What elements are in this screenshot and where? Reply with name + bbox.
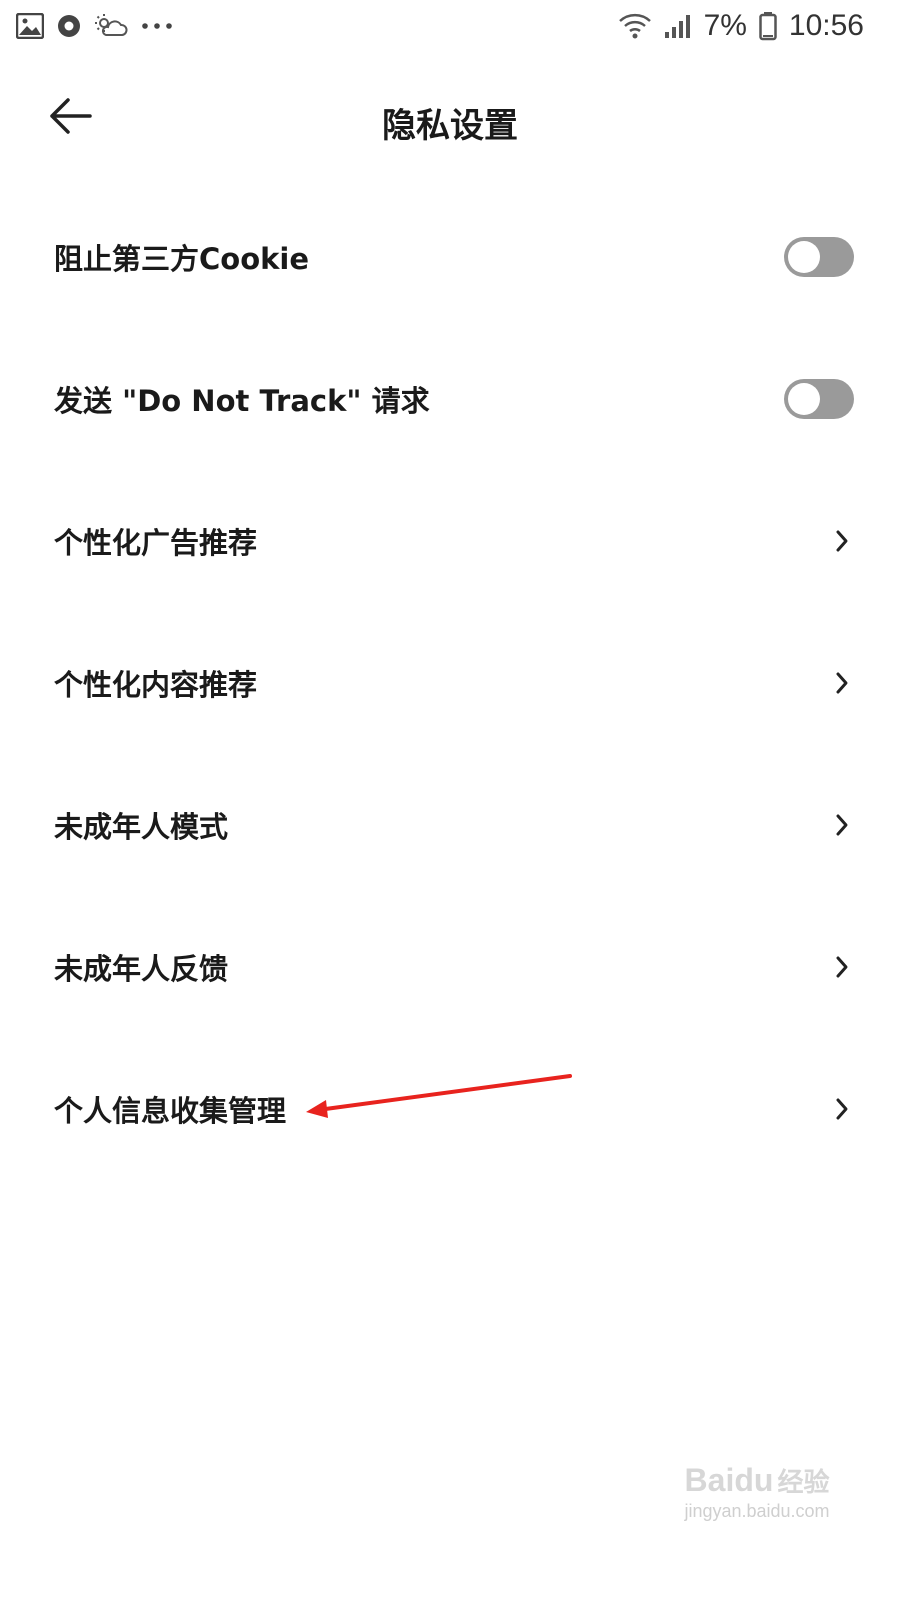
setting-personalized-content[interactable]: 个性化内容推荐 bbox=[0, 612, 900, 754]
toggle-knob bbox=[788, 383, 820, 415]
setting-label: 未成年人反馈 bbox=[54, 952, 229, 986]
setting-label: 个人信息收集管理 bbox=[54, 1094, 287, 1128]
signal-icon bbox=[664, 13, 692, 39]
toggle-knob bbox=[788, 241, 820, 273]
chevron-right-icon bbox=[830, 668, 854, 698]
do-not-track-toggle[interactable] bbox=[784, 379, 854, 419]
gallery-icon bbox=[16, 13, 44, 39]
setting-label: 未成年人模式 bbox=[54, 810, 229, 844]
setting-label: 个性化广告推荐 bbox=[54, 526, 258, 560]
privacy-settings-screen: 7% 10:56 隐私设置 阻止第三方Cookie 发送 "Do Not Tra… bbox=[0, 0, 900, 1600]
more-dots-icon bbox=[140, 21, 174, 31]
setting-label: 发送 "Do Not Track" 请求 bbox=[54, 384, 430, 418]
chevron-right-icon bbox=[830, 526, 854, 556]
status-time: 10:56 bbox=[788, 9, 864, 42]
status-bar: 7% 10:56 bbox=[0, 0, 900, 52]
watermark-sub: 经验 bbox=[777, 1467, 830, 1497]
battery-percent: 7% bbox=[703, 9, 747, 42]
battery-icon bbox=[759, 11, 777, 41]
settings-list: 阻止第三方Cookie 发送 "Do Not Track" 请求 个性化广告推荐… bbox=[0, 186, 900, 1180]
setting-label: 个性化内容推荐 bbox=[54, 668, 258, 702]
chevron-right-icon bbox=[830, 1094, 854, 1124]
watermark-logo: Baidu 经验 bbox=[672, 1462, 842, 1499]
watermark-url: jingyan.baidu.com bbox=[684, 1501, 830, 1521]
setting-minor-feedback[interactable]: 未成年人反馈 bbox=[0, 896, 900, 1038]
page-title: 隐私设置 bbox=[382, 106, 518, 146]
top-bar: 隐私设置 bbox=[0, 78, 900, 158]
record-icon bbox=[56, 13, 82, 39]
watermark-brand: Baidu bbox=[684, 1462, 774, 1498]
setting-minor-mode[interactable]: 未成年人模式 bbox=[0, 754, 900, 896]
setting-do-not-track[interactable]: 发送 "Do Not Track" 请求 bbox=[0, 328, 900, 470]
chevron-right-icon bbox=[830, 952, 854, 982]
setting-label: 阻止第三方Cookie bbox=[54, 242, 310, 276]
setting-personalized-ads[interactable]: 个性化广告推荐 bbox=[0, 470, 900, 612]
setting-personal-info-collection[interactable]: 个人信息收集管理 bbox=[0, 1038, 900, 1180]
status-right: 7% 10:56 bbox=[618, 9, 864, 43]
block-cookie-toggle[interactable] bbox=[784, 237, 854, 277]
chevron-right-icon bbox=[830, 810, 854, 840]
baidu-jingyan-watermark: Baidu 经验 jingyan.baidu.com bbox=[672, 1462, 842, 1552]
status-left bbox=[16, 13, 174, 39]
wifi-icon bbox=[618, 12, 652, 40]
weather-icon bbox=[94, 13, 128, 39]
setting-block-third-party-cookie[interactable]: 阻止第三方Cookie bbox=[0, 186, 900, 328]
